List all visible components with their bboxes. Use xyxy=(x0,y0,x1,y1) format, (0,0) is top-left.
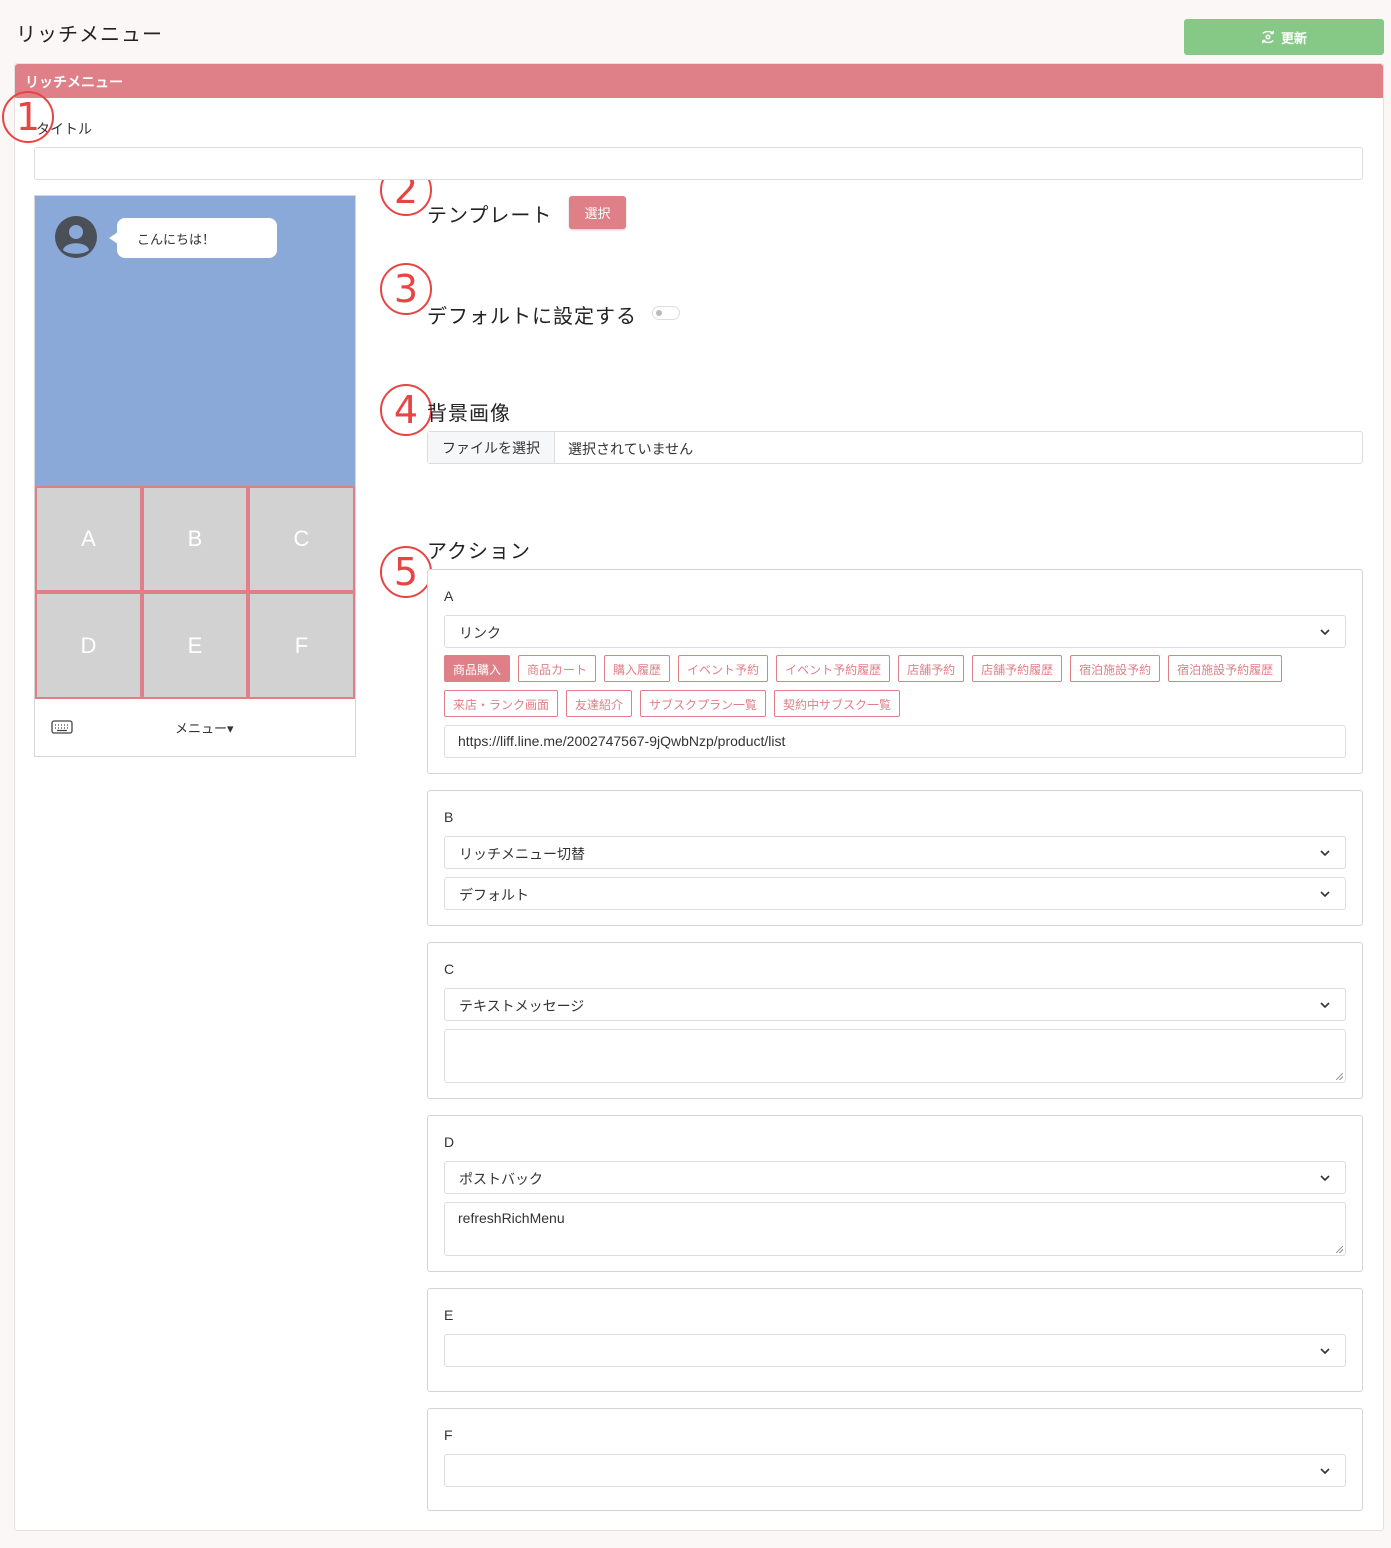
menu-toggle-label[interactable]: メニュー▾ xyxy=(175,718,234,737)
action-panel-d: D ポストバック refreshRichMenu xyxy=(427,1115,1363,1272)
chat-bubble: こんにちは！ xyxy=(109,218,277,258)
marker-4: 4 xyxy=(380,384,432,436)
preset-tag[interactable]: 宿泊施設予約履歴 xyxy=(1168,655,1283,682)
action-type-select-c[interactable]: テキストメッセージ xyxy=(444,988,1346,1021)
preset-tag[interactable]: 店舗予約 xyxy=(898,655,965,682)
default-heading: デフォルトに設定する xyxy=(427,304,637,328)
menu-cell-e[interactable]: E xyxy=(142,592,248,699)
preset-tag[interactable]: イベント予約 xyxy=(678,655,769,682)
action-panel-f: F xyxy=(427,1408,1363,1511)
keyboard-icon[interactable] xyxy=(51,718,73,736)
action-label-b: B xyxy=(444,809,454,825)
link-preset-row-2: 来店・ランク画面 友達紹介 サブスクプラン一覧 契約中サブスク一覧 xyxy=(444,690,901,717)
default-toggle[interactable] xyxy=(652,306,680,320)
message-textarea-c[interactable] xyxy=(444,1029,1346,1083)
chevron-down-icon xyxy=(1320,1348,1330,1355)
preset-tag[interactable]: 来店・ランク画面 xyxy=(444,690,559,717)
richmenu-target-value-b: デフォルト xyxy=(459,888,529,904)
update-button-label: 更新 xyxy=(1280,31,1307,47)
refresh-icon xyxy=(1262,30,1274,44)
preset-tag[interactable]: 購入履歴 xyxy=(604,655,671,682)
marker-3: 3 xyxy=(380,263,432,315)
menu-cell-c[interactable]: C xyxy=(248,486,355,592)
chevron-down-icon xyxy=(1320,1002,1330,1009)
preset-tag[interactable]: 友達紹介 xyxy=(566,690,633,717)
action-type-select-d[interactable]: ポストバック xyxy=(444,1161,1346,1194)
menu-cell-b[interactable]: B xyxy=(142,486,248,592)
action-label-a: A xyxy=(444,588,454,604)
action-label-f: F xyxy=(444,1427,453,1443)
preset-tag[interactable]: 店舗予約履歴 xyxy=(972,655,1063,682)
preview-background: こんにちは！ xyxy=(35,196,355,486)
rich-menu-grid: A B C D E F xyxy=(35,486,355,699)
chevron-down-icon xyxy=(1320,891,1330,898)
page-title: リッチメニュー xyxy=(16,22,163,46)
action-type-value-c: テキストメッセージ xyxy=(459,999,585,1015)
preset-tag[interactable]: 宿泊施設予約 xyxy=(1070,655,1161,682)
action-label-c: C xyxy=(444,961,455,977)
chevron-down-icon xyxy=(1320,629,1330,636)
postback-textarea-d[interactable]: refreshRichMenu xyxy=(444,1202,1346,1256)
preset-tag[interactable]: サブスクプラン一覧 xyxy=(640,690,767,717)
link-preset-row-1: 商品購入 商品カート 購入履歴 イベント予約 イベント予約履歴 店舗予約 店舗予… xyxy=(444,655,1283,682)
richmenu-target-select-b[interactable]: デフォルト xyxy=(444,877,1346,910)
action-type-select-a[interactable]: リンク xyxy=(444,615,1346,648)
title-label: タイトル xyxy=(36,122,92,138)
action-type-select-f[interactable] xyxy=(444,1454,1346,1487)
preset-tag[interactable]: 契約中サブスク一覧 xyxy=(774,690,901,717)
menu-cell-a[interactable]: A xyxy=(35,486,142,592)
chevron-down-icon xyxy=(1320,850,1330,857)
card-header: リッチメニュー xyxy=(15,64,1383,98)
action-type-select-b[interactable]: リッチメニュー切替 xyxy=(444,836,1346,869)
background-heading: 背景画像 xyxy=(427,401,511,425)
user-icon xyxy=(55,216,97,258)
action-panel-b: B リッチメニュー切替 デフォルト xyxy=(427,790,1363,926)
menu-cell-f[interactable]: F xyxy=(248,592,355,699)
preset-tag[interactable]: イベント予約履歴 xyxy=(776,655,891,682)
template-select-button[interactable]: 選択 xyxy=(569,196,626,229)
action-label-d: D xyxy=(444,1134,455,1150)
preset-tag[interactable]: 商品購入 xyxy=(444,655,511,682)
action-type-value-d: ポストバック xyxy=(459,1172,543,1188)
action-heading: アクション xyxy=(427,539,531,563)
file-status: 選択されていません xyxy=(568,442,694,458)
title-input[interactable] xyxy=(34,147,1363,180)
link-url-input-a[interactable]: https://liff.line.me/2002747567-9jQwbNzp… xyxy=(444,725,1346,758)
chevron-down-icon xyxy=(1320,1468,1330,1475)
action-type-value-a: リンク xyxy=(459,626,501,642)
preview-footer: メニュー▾ xyxy=(35,699,355,756)
preset-tag[interactable]: 商品カート xyxy=(518,655,597,682)
action-type-value-b: リッチメニュー切替 xyxy=(459,847,585,863)
chevron-down-icon xyxy=(1320,1175,1330,1182)
file-select-button[interactable]: ファイルを選択 xyxy=(428,432,555,463)
template-heading: テンプレート xyxy=(427,203,553,227)
action-label-e: E xyxy=(444,1307,454,1323)
action-panel-c: C テキストメッセージ xyxy=(427,942,1363,1099)
update-button[interactable]: 更新 xyxy=(1184,19,1384,55)
action-panel-e: E xyxy=(427,1288,1363,1392)
action-panel-a: A リンク 商品購入 商品カート 購入履歴 イベント予約 イベント予約履歴 店舗… xyxy=(427,569,1363,774)
action-type-select-e[interactable] xyxy=(444,1334,1346,1367)
marker-5: 5 xyxy=(380,546,432,598)
menu-cell-d[interactable]: D xyxy=(35,592,142,699)
background-file-input[interactable]: ファイルを選択 選択されていません xyxy=(427,431,1363,464)
rich-menu-preview: こんにちは！ A B C D E F メニュー▾ xyxy=(34,195,356,757)
